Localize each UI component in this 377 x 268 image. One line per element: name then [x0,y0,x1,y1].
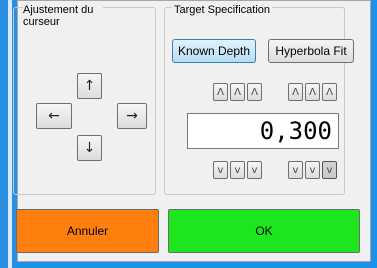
decrement-digit-5[interactable]: v [305,161,320,179]
caret-up-icon: Λ [234,86,241,98]
increment-digit-2[interactable]: Λ [230,83,245,101]
cursor-down-button[interactable]: ↓ [77,135,102,161]
caret-down-icon: v [251,164,258,176]
decrement-digit-3[interactable]: v [247,161,262,179]
caret-up-icon: Λ [326,86,333,98]
cursor-left-button[interactable]: ← [36,103,72,129]
increment-digit-6[interactable]: Λ [322,83,337,101]
cursor-adjust-group [13,7,156,195]
arrow-right-icon: → [126,108,138,124]
cursor-up-button[interactable]: ↑ [77,73,102,99]
increment-digit-3[interactable]: Λ [247,83,262,101]
decrement-digit-2[interactable]: v [230,161,245,179]
caret-up-icon: Λ [251,86,258,98]
arrow-left-icon: ← [48,108,60,124]
increment-digit-5[interactable]: Λ [305,83,320,101]
hyperbola-fit-button[interactable]: Hyperbola Fit [268,39,354,63]
caret-up-icon: Λ [292,86,299,98]
caret-down-icon: v [309,164,316,176]
known-depth-button[interactable]: Known Depth [172,39,256,63]
decrement-digit-1[interactable]: v [213,161,228,179]
ok-button[interactable]: OK [168,209,360,253]
cancel-button[interactable]: Annuler [16,209,159,253]
caret-down-icon: v [292,164,299,176]
target-value-field[interactable]: 0,300 [187,113,339,149]
cursor-adjust-title: Ajustement du curseur [23,4,103,28]
caret-down-icon: v [217,164,224,176]
caret-up-icon: Λ [309,86,316,98]
arrow-down-icon: ↓ [83,140,96,156]
caret-down-icon: v [234,164,241,176]
caret-up-icon: Λ [217,86,224,98]
cursor-right-button[interactable]: → [117,103,147,129]
decrement-digit-6[interactable]: v [322,161,337,179]
arrow-up-icon: ↑ [83,78,96,94]
caret-down-icon: v [326,164,333,176]
increment-digit-1[interactable]: Λ [213,83,228,101]
decrement-digit-4[interactable]: v [288,161,303,179]
target-spec-title: Target Specification [172,4,272,16]
increment-digit-4[interactable]: Λ [288,83,303,101]
cursor-target-dialog: Ajustement du curseur ↑ ← → ↓ Target Spe… [13,0,371,262]
